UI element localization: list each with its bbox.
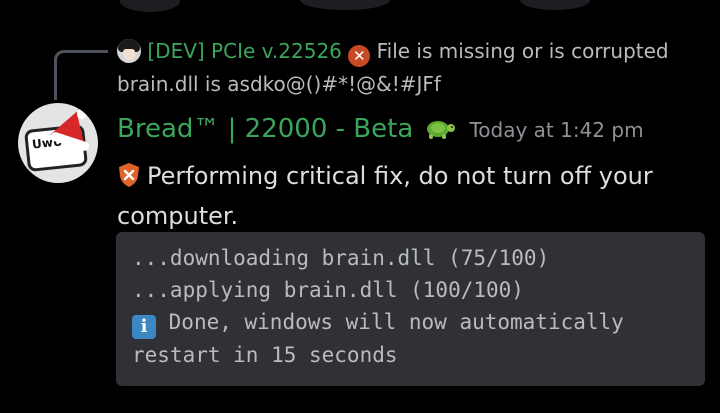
code-line-3: Done, windows will now automatically bbox=[168, 310, 624, 334]
info-icon: i bbox=[132, 315, 156, 339]
reply-avatar-icon[interactable] bbox=[117, 39, 141, 63]
shield-icon bbox=[119, 163, 139, 187]
code-line-1: ...downloading brain.dll (75/100) bbox=[132, 246, 550, 270]
reply-preview[interactable]: [DEV] PCIe v.22526 ✕ File is missing or … bbox=[117, 37, 717, 67]
previous-message-edge bbox=[0, 0, 720, 16]
reply-author[interactable]: [DEV] PCIe v.22526 bbox=[147, 39, 342, 63]
timestamp[interactable]: Today at 1:42 pm bbox=[469, 118, 643, 142]
avatar[interactable]: UwU bbox=[18, 103, 98, 183]
code-line-2: ...applying brain.dll (100/100) bbox=[132, 278, 524, 302]
message-header: Bread™ | 22000 - Beta Today at 1:42 pm bbox=[117, 111, 644, 148]
username[interactable]: Bread™ | 22000 - Beta bbox=[117, 114, 413, 144]
cross-mark-icon: ✕ bbox=[348, 45, 371, 67]
reply-connector bbox=[54, 50, 108, 100]
reply-preview-text: File is missing or is corrupted bbox=[376, 39, 669, 63]
code-line-4: restart in 15 seconds bbox=[132, 343, 398, 367]
code-block: ...downloading brain.dll (75/100) ...app… bbox=[116, 232, 705, 386]
turtle-icon bbox=[427, 121, 456, 139]
message-body: Performing critical fix, do not turn off… bbox=[117, 156, 707, 236]
reply-preview-text-line2: brain.dll is asdko@()#*!@&!#JFf bbox=[117, 72, 441, 96]
message-text: Performing critical fix, do not turn off… bbox=[117, 162, 653, 230]
